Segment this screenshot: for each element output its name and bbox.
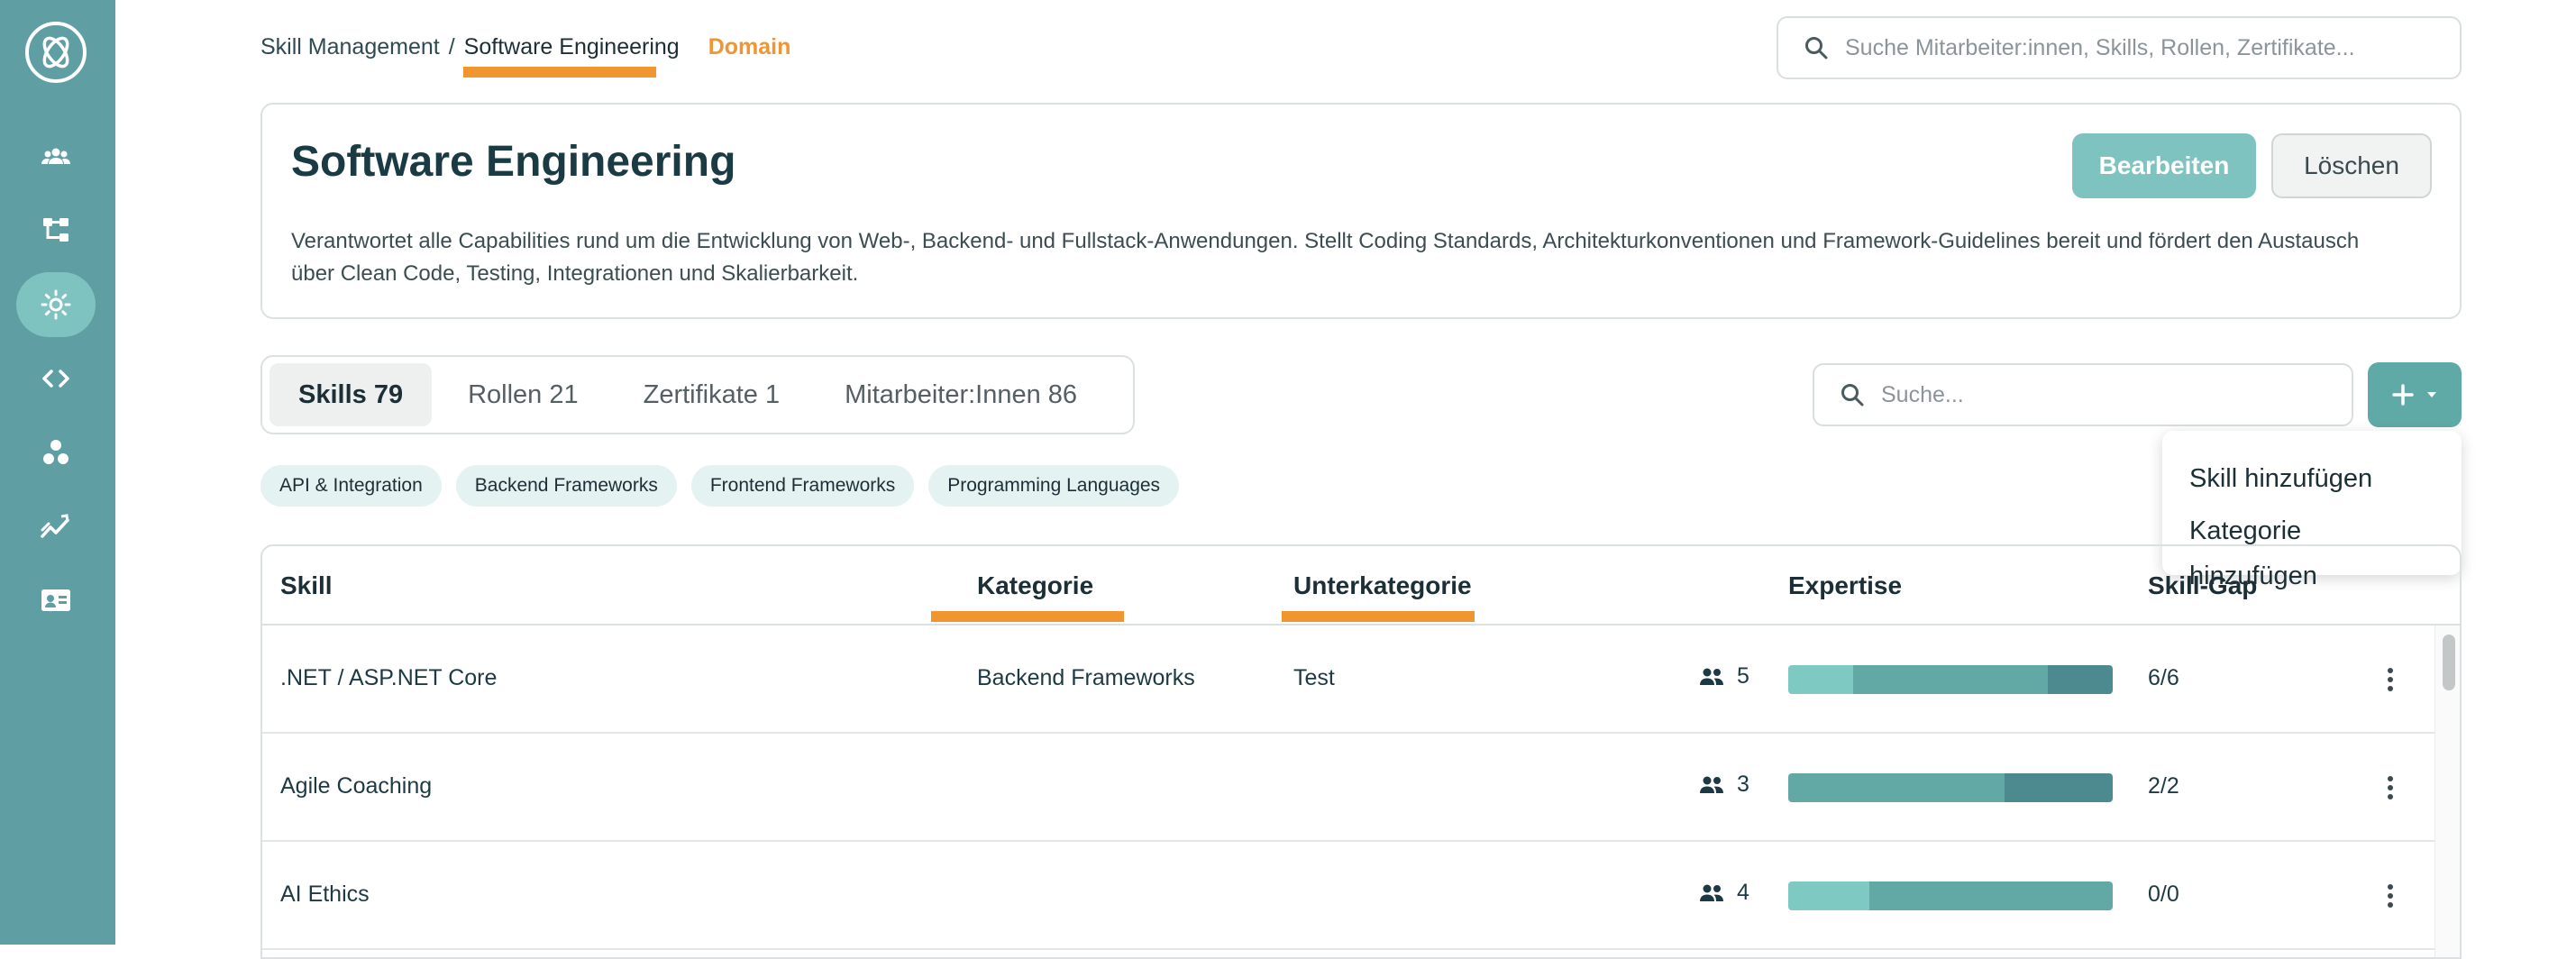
breadcrumb-current-underline <box>463 67 656 78</box>
trend-icon <box>41 514 69 538</box>
table-row[interactable]: AI Ethics 4 0/0 <box>262 842 2434 950</box>
domain-card: Software Engineering Verantwortet alle C… <box>260 103 2462 319</box>
page-title: Software Engineering <box>291 138 736 186</box>
more-vertical-icon <box>2388 776 2393 799</box>
domain-description: Verantwortet alle Capabilities rund um d… <box>291 229 2360 286</box>
breadcrumb: Skill Management / Software Engineering … <box>260 34 790 60</box>
expertise-segment <box>1869 881 2113 910</box>
tab-skills[interactable]: Skills 79 <box>269 363 433 426</box>
cell-kategorie: Backend Frameworks <box>977 665 1195 690</box>
nav-people[interactable] <box>16 124 96 189</box>
row-menu-button[interactable] <box>2377 768 2404 808</box>
cell-skill-gap: 2/2 <box>2148 773 2179 799</box>
expertise-segment <box>1788 665 1853 694</box>
cell-member-count: 4 <box>1699 880 1749 906</box>
row-menu-button[interactable] <box>2377 660 2404 699</box>
more-vertical-icon <box>2388 884 2393 908</box>
global-search-input[interactable] <box>1845 34 2422 61</box>
header-kategorie-underline <box>931 611 1124 622</box>
more-vertical-icon <box>2388 668 2393 691</box>
tab-zertifikate[interactable]: Zertifikate 1 <box>615 363 809 426</box>
breadcrumb-root[interactable]: Skill Management <box>260 34 440 60</box>
cell-skill: .NET / ASP.NET Core <box>280 665 498 690</box>
expertise-segment <box>1788 773 2005 802</box>
expertise-bar <box>1788 665 2113 694</box>
logo-icon <box>42 36 69 68</box>
expertise-bar <box>1788 881 2113 910</box>
sidebar <box>0 0 115 945</box>
people-icon <box>1700 668 1723 685</box>
tab-rollen[interactable]: Rollen 21 <box>439 363 607 426</box>
table-row[interactable]: .NET / ASP.NET Core Backend Frameworks T… <box>262 626 2434 734</box>
circles-icon <box>43 440 69 464</box>
cell-skill-gap: 0/0 <box>2148 881 2179 907</box>
table-scrollbar[interactable] <box>2434 626 2460 957</box>
member-count: 4 <box>1737 880 1749 905</box>
cell-skill: AI Ethics <box>280 881 370 907</box>
chip-category[interactable]: Programming Languages <box>928 465 1180 507</box>
code-icon <box>42 370 69 388</box>
add-menu-button[interactable] <box>2368 362 2462 427</box>
people-icon <box>1700 776 1723 793</box>
menu-item-add-skill[interactable]: Skill hinzufügen <box>2162 456 2462 508</box>
cell-skill-gap: 6/6 <box>2148 665 2179 690</box>
expertise-segment <box>1853 665 2048 694</box>
skills-table: Skill Kategorie Unterkategorie Expertise… <box>260 544 2462 959</box>
row-menu-button[interactable] <box>2377 876 2404 916</box>
cell-unterkategorie: Test <box>1293 665 1335 690</box>
search-icon <box>1841 384 1864 406</box>
chip-category[interactable]: API & Integration <box>260 465 442 507</box>
breadcrumb-separator: / <box>448 34 455 59</box>
people-icon <box>41 148 70 164</box>
header-skill-gap[interactable]: Skill-Gap <box>2148 571 2257 600</box>
contact-card-icon <box>41 589 70 611</box>
category-chips: API & Integration Backend Frameworks Fro… <box>260 465 1180 507</box>
nav-contacts[interactable] <box>16 568 96 633</box>
member-count: 5 <box>1737 663 1749 689</box>
plus-icon <box>2392 384 2414 406</box>
people-icon <box>1700 884 1723 901</box>
cell-member-count: 3 <box>1699 772 1749 798</box>
header-expertise[interactable]: Expertise <box>1788 571 1902 600</box>
chip-category[interactable]: Backend Frameworks <box>455 465 677 507</box>
nav-circles[interactable] <box>16 420 96 485</box>
tab-bar: Skills 79 Rollen 21 Zertifikate 1 Mitarb… <box>260 355 1135 434</box>
table-row[interactable]: Agile Coaching 3 2/2 <box>262 734 2434 842</box>
nav-domains[interactable] <box>16 272 96 337</box>
search-icon <box>1805 37 1828 59</box>
list-search[interactable] <box>1813 363 2353 426</box>
header-kategorie[interactable]: Kategorie <box>977 571 1093 600</box>
breadcrumb-current: Software Engineering <box>463 34 680 59</box>
hierarchy-icon <box>43 218 69 242</box>
table-header: Skill Kategorie Unterkategorie Expertise… <box>262 546 2460 626</box>
tab-mitarbeiter[interactable]: Mitarbeiter:Innen 86 <box>816 363 1106 426</box>
delete-button[interactable]: Löschen <box>2271 133 2432 198</box>
nav-hierarchy[interactable] <box>16 197 96 262</box>
edit-button[interactable]: Bearbeiten <box>2072 133 2256 198</box>
cell-member-count: 5 <box>1699 663 1749 690</box>
cell-skill: Agile Coaching <box>280 773 433 799</box>
expertise-bar <box>1788 773 2113 802</box>
breadcrumb-type-label: Domain <box>708 34 791 59</box>
chip-category[interactable]: Frontend Frameworks <box>690 465 915 507</box>
scrollbar-thumb[interactable] <box>2443 635 2455 690</box>
nav-code[interactable] <box>16 346 96 411</box>
header-unterkategorie[interactable]: Unterkategorie <box>1293 571 1472 600</box>
app-logo[interactable] <box>25 22 87 83</box>
sun-icon <box>41 289 71 320</box>
header-unterkategorie-underline <box>1282 611 1475 622</box>
header-skill[interactable]: Skill <box>280 571 333 600</box>
chevron-down-icon <box>2427 392 2436 397</box>
expertise-segment <box>2005 773 2113 802</box>
nav-analytics[interactable] <box>16 494 96 559</box>
expertise-segment <box>1788 881 1869 910</box>
member-count: 3 <box>1737 772 1749 797</box>
expertise-segment <box>2048 665 2113 694</box>
list-search-input[interactable] <box>1881 381 2332 408</box>
global-search[interactable] <box>1777 16 2462 79</box>
